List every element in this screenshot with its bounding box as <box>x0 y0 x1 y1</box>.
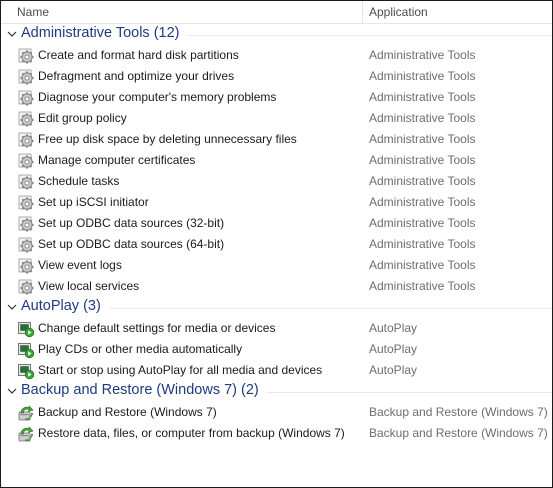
result-label: Manage computer certificates <box>38 153 196 167</box>
group-divider-line <box>109 308 552 309</box>
admin-tools-gear-icon <box>17 47 35 65</box>
result-label: Set up ODBC data sources (64-bit) <box>38 237 225 251</box>
result-application: Administrative Tools <box>369 153 476 167</box>
result-application: Administrative Tools <box>369 258 476 272</box>
admin-tools-gear-icon <box>17 68 35 86</box>
admin-tools-gear-icon <box>17 194 35 212</box>
result-row[interactable]: Free up disk space by deleting unnecessa… <box>1 129 552 150</box>
result-row[interactable]: Set up ODBC data sources (64-bit) Adminis… <box>1 234 552 255</box>
result-row[interactable]: Set up ODBC data sources (32-bit) Adminis… <box>1 213 552 234</box>
result-application: Administrative Tools <box>369 279 476 293</box>
result-label: Change default settings for media or dev… <box>38 321 276 335</box>
backup-restore-icon <box>17 425 35 443</box>
result-application: Administrative Tools <box>369 195 476 209</box>
result-label: Defragment and optimize your drives <box>38 69 235 83</box>
column-header-application[interactable]: Application <box>369 5 428 19</box>
group-title: Administrative Tools (12) <box>21 25 180 41</box>
result-application: Administrative Tools <box>369 216 476 230</box>
result-application: Administrative Tools <box>369 69 476 83</box>
admin-tools-gear-icon <box>17 215 35 233</box>
admin-tools-gear-icon <box>17 110 35 128</box>
result-label: View event logs <box>38 258 122 272</box>
result-label: Set up iSCSI initiator <box>38 195 149 209</box>
search-results-list: Name Application Administrative Tools (1… <box>0 0 553 488</box>
result-row[interactable]: Set up iSCSI initiator Administrative Too… <box>1 192 552 213</box>
admin-tools-gear-icon <box>17 152 35 170</box>
result-application: Backup and Restore (Windows 7) <box>369 405 548 419</box>
result-application: AutoPlay <box>369 321 418 335</box>
autoplay-icon <box>17 341 35 359</box>
result-row[interactable]: Diagnose your computer's memory problems… <box>1 87 552 108</box>
result-label: Set up ODBC data sources (32-bit) <box>38 216 225 230</box>
result-row[interactable]: Start or stop using AutoPlay for all med… <box>1 360 552 381</box>
result-row[interactable]: View event logs Administrative Tools <box>1 255 552 276</box>
result-application: Backup and Restore (Windows 7) <box>369 426 548 440</box>
result-label: Edit group policy <box>38 111 127 125</box>
result-label: Start or stop using AutoPlay for all med… <box>38 363 323 377</box>
result-label: Schedule tasks <box>38 174 120 188</box>
result-label: Create and format hard disk partitions <box>38 48 239 62</box>
column-header-name[interactable]: Name <box>17 5 49 19</box>
column-divider[interactable] <box>362 1 363 23</box>
result-application: Administrative Tools <box>369 90 476 104</box>
result-application: AutoPlay <box>369 342 418 356</box>
chevron-down-icon[interactable] <box>6 28 18 40</box>
result-row[interactable]: Edit group policy Administrative Tools <box>1 108 552 129</box>
result-label: Free up disk space by deleting unnecessa… <box>38 132 297 146</box>
group-divider-line <box>267 392 552 393</box>
admin-tools-gear-icon <box>17 131 35 149</box>
chevron-down-icon[interactable] <box>6 301 18 313</box>
admin-tools-gear-icon <box>17 173 35 191</box>
backup-restore-icon <box>17 404 35 422</box>
group-divider-line <box>188 35 552 36</box>
result-application: Administrative Tools <box>369 132 476 146</box>
result-label: Backup and Restore (Windows 7) <box>38 405 217 419</box>
group-header[interactable]: Administrative Tools (12) <box>1 24 552 45</box>
autoplay-icon <box>17 362 35 380</box>
result-application: Administrative Tools <box>369 174 476 188</box>
result-label: Play CDs or other media automatically <box>38 342 243 356</box>
result-row[interactable]: View local services Administrative Tools <box>1 276 552 297</box>
result-label: Restore data, files, or computer from ba… <box>38 426 345 440</box>
column-header-row: Name Application <box>1 1 552 24</box>
result-application: Administrative Tools <box>369 111 476 125</box>
result-label: View local services <box>38 279 140 293</box>
admin-tools-gear-icon <box>17 257 35 275</box>
result-application: AutoPlay <box>369 363 418 377</box>
group-header[interactable]: AutoPlay (3) <box>1 297 552 318</box>
result-application: Administrative Tools <box>369 237 476 251</box>
results-body: Administrative Tools (12) Create and form… <box>1 24 552 444</box>
group-title: Backup and Restore (Windows 7) (2) <box>21 382 259 398</box>
result-row[interactable]: Play CDs or other media automatically Aut… <box>1 339 552 360</box>
group-header[interactable]: Backup and Restore (Windows 7) (2) <box>1 381 552 402</box>
admin-tools-gear-icon <box>17 236 35 254</box>
result-row[interactable]: Backup and Restore (Windows 7) Backup and… <box>1 402 552 423</box>
admin-tools-gear-icon <box>17 278 35 296</box>
admin-tools-gear-icon <box>17 89 35 107</box>
group-title: AutoPlay (3) <box>21 298 101 314</box>
result-row[interactable]: Defragment and optimize your drives Admin… <box>1 66 552 87</box>
result-row[interactable]: Change default settings for media or dev… <box>1 318 552 339</box>
result-label: Diagnose your computer's memory problems <box>38 90 277 104</box>
result-row[interactable]: Restore data, files, or computer from ba… <box>1 423 552 444</box>
autoplay-icon <box>17 320 35 338</box>
result-row[interactable]: Manage computer certificates Administrati… <box>1 150 552 171</box>
result-row[interactable]: Schedule tasks Administrative Tools <box>1 171 552 192</box>
result-application: Administrative Tools <box>369 48 476 62</box>
chevron-down-icon[interactable] <box>6 385 18 397</box>
result-row[interactable]: Create and format hard disk partitions Ad… <box>1 45 552 66</box>
